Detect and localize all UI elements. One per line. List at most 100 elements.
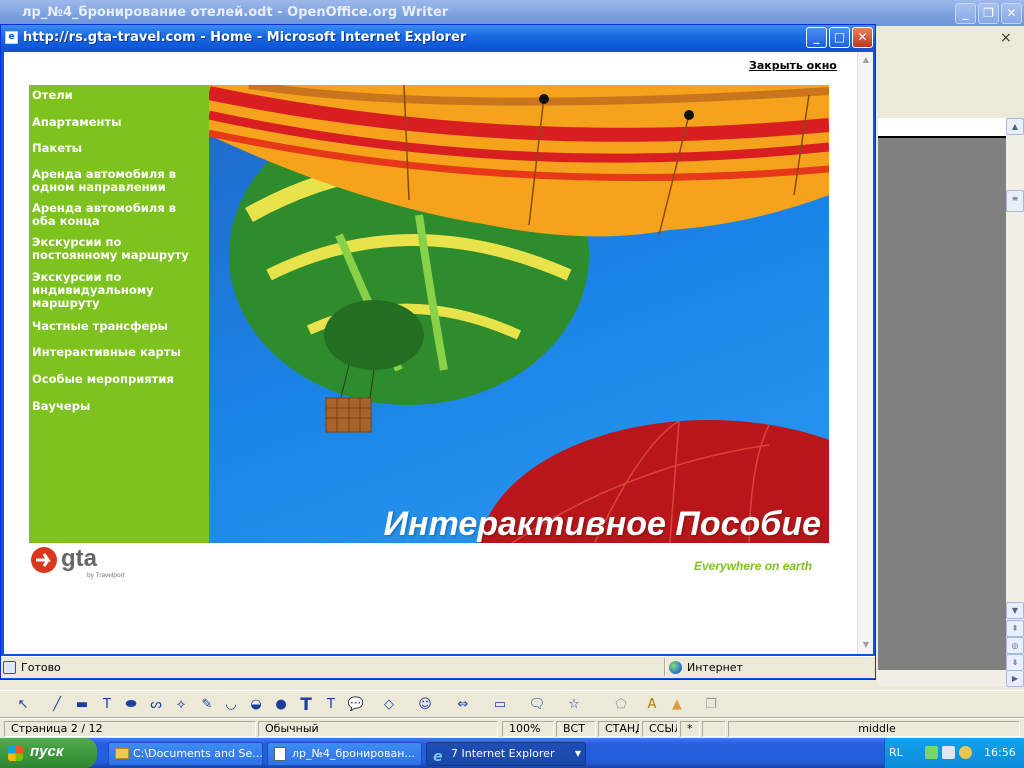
- nav-item-tours-fixed[interactable]: Экскурсии по постоянному маршруту: [32, 236, 189, 262]
- circle-icon[interactable]: ●: [272, 697, 290, 713]
- start-button[interactable]: пуск: [0, 738, 97, 768]
- ie-window-title: http://rs.gta-travel.com - Home - Micros…: [23, 30, 467, 45]
- ie-scroll-up-icon[interactable]: ▲: [858, 52, 874, 68]
- ie-maximize-button[interactable]: □: [829, 27, 850, 48]
- oo-close-button[interactable]: ✕: [1001, 3, 1022, 24]
- fontwork-icon[interactable]: A: [643, 697, 661, 713]
- start-label: пуск: [30, 743, 64, 760]
- ellipse-icon[interactable]: ⬬: [122, 697, 140, 713]
- arc-icon[interactable]: ◡: [222, 697, 240, 713]
- image-icon[interactable]: ▲: [668, 697, 686, 713]
- oo-status-hyperlink[interactable]: ССЫЛ: [642, 721, 678, 737]
- hot-air-balloons-image: [209, 85, 829, 543]
- oo-vertical-scrollbar[interactable]: ▲ ≡ ▼ ⇞ ◎ ⇟: [1006, 118, 1024, 671]
- pie-icon[interactable]: ◒: [247, 697, 265, 713]
- oo-drawing-toolbar: ↖ ╱ ▬ T ⬬ ᔕ ⟡ ✎ ◡ ◒ ● T T 💬 ◇ ☺ ⇔ ▭ 🗨 ☆ …: [0, 690, 1024, 718]
- freeform-icon[interactable]: ✎: [198, 697, 216, 713]
- ie-zone-text: Интернет: [687, 661, 743, 674]
- document-icon: [274, 747, 286, 761]
- oo-restore-button[interactable]: ❐: [978, 3, 999, 24]
- ie-content-area: Закрыть окно Отели Апартаменты Пакеты Ар…: [4, 52, 873, 654]
- sidebar-nav: Отели Апартаменты Пакеты Аренда автомоби…: [29, 85, 209, 543]
- taskbar-item-label: C:\Documents and Se...: [133, 747, 263, 760]
- nav-item-car-one-way[interactable]: Аренда автомобиля в одном направлении: [32, 168, 176, 194]
- folder-icon: [115, 748, 129, 759]
- ie-window-icon[interactable]: e: [5, 31, 18, 44]
- double-arrow-icon[interactable]: ⇔: [454, 697, 472, 713]
- oo-document-background: [878, 118, 1006, 670]
- oo-scroll-right-icon[interactable]: ▶: [1006, 670, 1024, 687]
- oo-status-insert[interactable]: ВСТ: [556, 721, 596, 737]
- oo-navigator-icon[interactable]: ◎: [1006, 637, 1024, 654]
- taskbar-item-explorer[interactable]: C:\Documents and Se...: [108, 742, 263, 766]
- connector-icon[interactable]: ⟡: [172, 697, 190, 713]
- chevron-down-icon: ▼: [574, 749, 581, 758]
- oo-horizontal-scrollbar[interactable]: ▶: [878, 670, 1024, 687]
- line-icon[interactable]: ╱: [48, 697, 66, 713]
- nav-item-interactive-maps[interactable]: Интерактивные карты: [32, 346, 181, 359]
- nav-item-hotels[interactable]: Отели: [32, 89, 73, 102]
- ie-close-button[interactable]: ✕: [852, 27, 873, 48]
- oo-scroll-thumb[interactable]: ≡: [1006, 190, 1024, 212]
- display-icon[interactable]: [942, 746, 955, 759]
- taskbar-item-label: 7 Internet Explorer: [451, 747, 555, 760]
- smiley-icon[interactable]: ☺: [416, 697, 434, 713]
- nav-item-packages[interactable]: Пакеты: [32, 142, 82, 155]
- speech-icon[interactable]: 💬: [347, 697, 365, 713]
- oo-status-selection[interactable]: СТАНД: [598, 721, 640, 737]
- ie-icon: e: [433, 749, 443, 765]
- internet-zone-icon: [669, 661, 682, 674]
- gta-logo-text: gta: [61, 545, 97, 572]
- oo-prev-page-icon[interactable]: ⇞: [1006, 620, 1024, 637]
- close-window-link[interactable]: Закрыть окно: [749, 59, 837, 72]
- oo-status-signature[interactable]: [702, 721, 726, 737]
- taskbar-item-ie-group[interactable]: e 7 Internet Explorer ▼: [426, 742, 586, 766]
- nav-item-tours-custom[interactable]: Экскурсии по индивидуальному маршруту: [32, 271, 154, 310]
- windows-logo-icon: [8, 746, 23, 761]
- ie-window: e http://rs.gta-travel.com - Home - Micr…: [0, 24, 876, 680]
- nav-item-car-round-trip[interactable]: Аренда автомобиля в оба конца: [32, 202, 176, 228]
- rectangle-icon[interactable]: ▬: [73, 697, 91, 713]
- points-icon[interactable]: ⬠: [612, 697, 630, 713]
- oo-scroll-up-icon[interactable]: ▲: [1006, 118, 1024, 135]
- ie-minimize-button[interactable]: _: [806, 27, 827, 48]
- diamond-icon[interactable]: ◇: [380, 697, 398, 713]
- nav-item-private-transfers[interactable]: Частные трансферы: [32, 320, 168, 333]
- oo-status-style[interactable]: Обычный: [258, 721, 498, 737]
- security-icon[interactable]: [959, 746, 972, 759]
- text-line-icon[interactable]: T: [98, 697, 116, 713]
- taskbar-item-writer[interactable]: лр_№4_бронирован...: [267, 742, 422, 766]
- ie-status-bar: Готово Интернет: [1, 656, 875, 678]
- nav-item-apartments[interactable]: Апартаменты: [32, 116, 121, 129]
- extrusion-icon[interactable]: ❐: [702, 697, 720, 713]
- ie-scroll-down-icon[interactable]: ▼: [858, 637, 874, 653]
- star-icon[interactable]: ☆: [565, 697, 583, 713]
- ie-vertical-scrollbar[interactable]: ▲ ▼: [857, 52, 873, 654]
- nav-item-special-events[interactable]: Особые мероприятия: [32, 373, 174, 386]
- openoffice-title-bar[interactable]: лр_№4_бронирование отелей.odt - OpenOffi…: [0, 0, 1024, 26]
- select-arrow-icon[interactable]: ↖: [14, 697, 32, 713]
- page-done-icon: [3, 661, 16, 674]
- network-icon[interactable]: [925, 746, 938, 759]
- oo-status-context: middle: [728, 721, 1020, 737]
- ie-status-text: Готово: [21, 661, 61, 674]
- oo-scroll-down-icon[interactable]: ▼: [1006, 602, 1024, 619]
- hero-caption: Интерактивное Пособие: [383, 505, 821, 543]
- curve-icon[interactable]: ᔕ: [147, 697, 165, 713]
- oo-minimize-button[interactable]: _: [955, 3, 976, 24]
- ie-title-bar[interactable]: e http://rs.gta-travel.com - Home - Micr…: [1, 25, 875, 51]
- flowchart-icon[interactable]: ▭: [491, 697, 509, 713]
- oo-status-page[interactable]: Страница 2 / 12: [4, 721, 256, 737]
- oo-next-page-icon[interactable]: ⇟: [1006, 654, 1024, 671]
- callout-icon[interactable]: 🗨: [528, 697, 546, 713]
- nav-item-vouchers[interactable]: Ваучеры: [32, 400, 90, 413]
- callout-text-icon[interactable]: T: [322, 697, 340, 713]
- system-tray: RL 16:56: [884, 738, 1024, 768]
- text-icon[interactable]: T: [297, 697, 315, 714]
- clock[interactable]: 16:56: [984, 746, 1016, 759]
- oo-document-close-icon[interactable]: ×: [1000, 30, 1018, 46]
- oo-document-page[interactable]: [878, 118, 1006, 138]
- gta-logo[interactable]: gta by Travelport: [29, 543, 139, 583]
- language-indicator[interactable]: RL: [889, 746, 903, 759]
- oo-status-zoom[interactable]: 100%: [502, 721, 554, 737]
